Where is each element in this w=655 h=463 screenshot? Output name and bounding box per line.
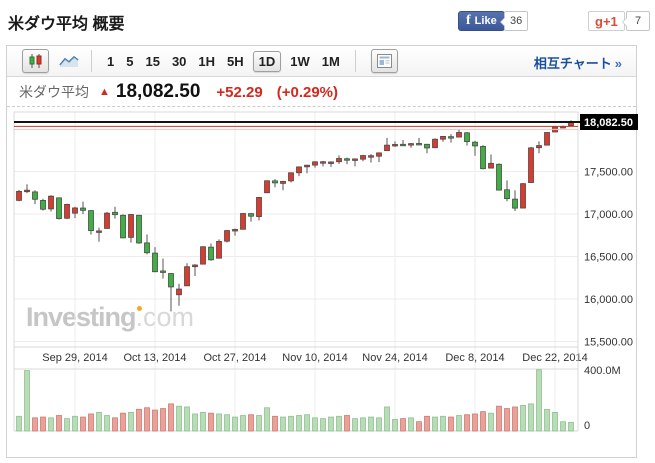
chart-widget: 1 5 15 30 1H 5H 1D 1W 1M 相互チャート» 米ダウ平均 ▲…: [6, 45, 637, 458]
google-plus-one-count: 7: [622, 11, 650, 31]
toolbar-separator: [354, 50, 356, 72]
price-change-percent: (+0.29%): [276, 83, 339, 101]
google-plus-icon: g+1: [595, 13, 618, 29]
google-plus-one-button[interactable]: g+1: [588, 11, 625, 31]
timeframe-1m[interactable]: 1M: [322, 54, 340, 69]
watermark-bold: Investing: [26, 302, 137, 332]
chart-toolbar: 1 5 15 30 1H 5H 1D 1W 1M 相互チャート»: [7, 46, 636, 77]
instrument-name: 米ダウ平均: [19, 84, 89, 100]
page: 米ダウ平均 概要 f Like 36 g+1 7 1 5 15 30 1H 5H…: [0, 0, 655, 463]
up-arrow-icon: ▲: [99, 86, 110, 98]
investing-watermark: Investing.com: [26, 302, 194, 333]
price-change: +52.29: [216, 83, 263, 101]
candlestick-chart-type-button[interactable]: [22, 49, 49, 73]
news-panel-icon: [376, 54, 392, 68]
news-panel-button[interactable]: [370, 49, 398, 73]
page-title: 米ダウ平均 概要: [8, 16, 125, 33]
facebook-icon: f: [466, 13, 471, 28]
watermark-light: .com: [135, 302, 195, 332]
facebook-like-label: Like: [474, 15, 497, 27]
timeframe-1[interactable]: 1: [107, 54, 114, 69]
line-chart-icon: [58, 55, 78, 67]
chevron-right-icon: »: [614, 56, 622, 71]
line-chart-type-button[interactable]: [55, 49, 82, 73]
timeframe-5[interactable]: 5: [126, 54, 133, 69]
toolbar-separator: [91, 50, 92, 72]
timeframe-1d-selected[interactable]: 1D: [252, 50, 282, 72]
interactive-chart-link-label: 相互チャート: [533, 56, 612, 71]
candlestick-icon: [29, 54, 41, 68]
last-price: 18,082.50: [115, 81, 201, 102]
timeframe-5h[interactable]: 5H: [227, 54, 244, 69]
facebook-like-button[interactable]: f Like: [458, 11, 505, 31]
timeframe-30[interactable]: 30: [172, 54, 186, 69]
interactive-chart-link[interactable]: 相互チャート»: [534, 53, 622, 72]
watermark-orange-dot: [137, 306, 142, 311]
timeframe-15[interactable]: 15: [145, 54, 159, 69]
quote-row: 米ダウ平均 ▲ 18,082.50 +52.29 (+0.29%): [7, 78, 636, 107]
timeframe-1w[interactable]: 1W: [290, 54, 310, 69]
facebook-like-count: 36: [499, 11, 529, 31]
timeframe-1h[interactable]: 1H: [198, 54, 215, 69]
